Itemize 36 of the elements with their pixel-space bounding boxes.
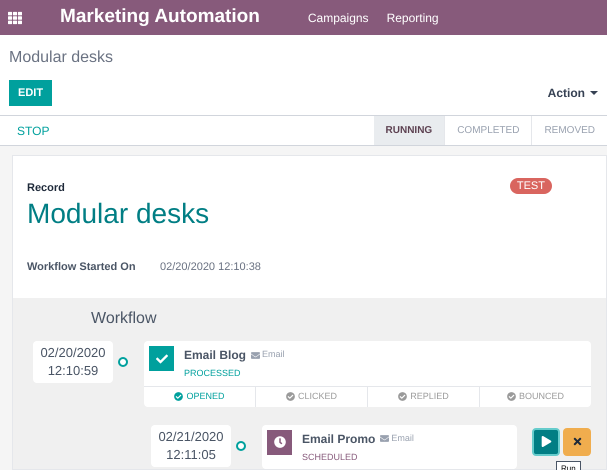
envelope-icon xyxy=(380,434,390,443)
tracker-label: REPLIED xyxy=(410,390,449,403)
caret-icon xyxy=(590,91,598,95)
workflow-title: Workflow xyxy=(91,309,158,329)
menu-item[interactable]: Campaigns xyxy=(308,8,369,26)
activity-name: Email Blog xyxy=(184,347,246,364)
activity-type: Email xyxy=(380,432,414,446)
field-value: 02/20/2020 12:10:38 xyxy=(160,260,261,274)
envelope-icon xyxy=(251,350,260,360)
field-label: Workflow Started On xyxy=(27,260,137,274)
test-badge: TEST xyxy=(510,178,552,194)
edit-button[interactable]: EDIT xyxy=(9,80,52,106)
record-title: Modular desks xyxy=(27,196,210,230)
activity-state: SCHEDULED xyxy=(302,450,359,464)
cancel-button[interactable] xyxy=(563,428,591,456)
activity-state: PROCESSED xyxy=(184,367,242,380)
play-icon xyxy=(540,436,552,447)
action-dropdown[interactable]: Action xyxy=(548,84,598,102)
tracker-label: CLICKED xyxy=(298,390,337,403)
activity-time: 12:10:59 xyxy=(48,362,98,380)
stage-step[interactable]: RUNNING xyxy=(374,116,444,145)
apps-menu-icon[interactable] xyxy=(8,10,22,24)
menu-item[interactable]: Reporting xyxy=(386,8,439,26)
activity-type: Email xyxy=(251,348,285,362)
activity-date: 02/20/2020 xyxy=(40,344,106,362)
record-label: Record xyxy=(27,181,65,196)
activity-date: 02/21/2020 xyxy=(158,428,224,446)
app-title: Marketing Automation xyxy=(60,5,260,30)
tracker-label: OPENED xyxy=(186,390,224,403)
stop-button[interactable]: STOP xyxy=(17,122,50,140)
tracker-label: BOUNCED xyxy=(518,390,564,403)
activity-name: Email Promo xyxy=(302,430,376,448)
breadcrumb: Modular desks xyxy=(9,48,114,68)
activity-time: 12:11:05 xyxy=(166,446,216,464)
close-icon xyxy=(572,436,582,447)
run-button[interactable] xyxy=(532,428,560,456)
